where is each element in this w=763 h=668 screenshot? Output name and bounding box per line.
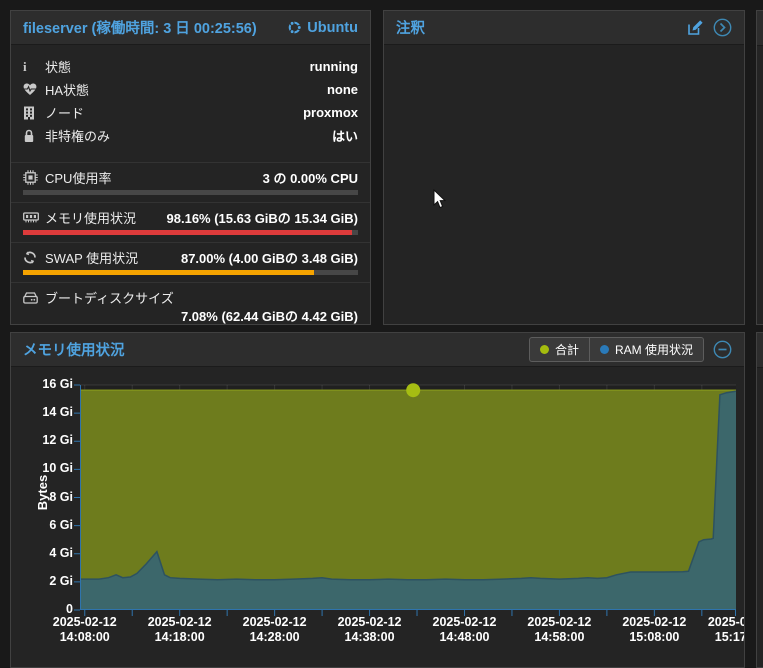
y-axis-tick-label: 6 Gi — [11, 518, 73, 532]
minus-circle-icon — [713, 340, 732, 359]
edit-pencil-icon — [687, 19, 704, 36]
usage-row-value: 98.16% (15.63 GiBの 15.34 GiB) — [167, 208, 358, 227]
ubuntu-logo-icon — [287, 20, 302, 35]
y-axis-tick-label: 4 Gi — [11, 546, 73, 560]
usage-row-value: 7.08% (62.44 GiBの 4.42 GiB) — [23, 307, 358, 325]
status-panel-header: fileserver (稼働時間: 3 日 00:25:56) Ubuntu — [11, 11, 370, 45]
status-row-label: HA状態 — [45, 80, 327, 99]
x-axis-tick-label: 2025-02-12 15:17:00 — [696, 615, 745, 645]
legend-toggle-ram[interactable]: RAM 使用状況 — [589, 337, 704, 362]
building-icon — [23, 106, 35, 120]
legend-dot — [540, 345, 549, 354]
usage-row-value: 3 の 0.00% CPU — [263, 168, 358, 187]
status-row: HA状態 none — [11, 78, 370, 101]
os-info-link[interactable]: Ubuntu — [287, 20, 358, 36]
notes-panel: 注釈 — [383, 10, 745, 325]
notes-panel-body — [384, 45, 744, 325]
hdd-icon — [23, 292, 38, 304]
x-axis-tick-label: 2025-02-12 15:08:00 — [610, 615, 698, 645]
chart-body: Bytes 02 Gi4 Gi6 Gi8 Gi10 Gi12 Gi14 Gi16… — [11, 367, 744, 667]
usage-progress-fill — [23, 230, 352, 235]
y-axis-tick-label: 16 Gi — [11, 377, 73, 391]
y-axis-tick-label: 0 — [11, 602, 73, 616]
collapse-notes-button[interactable] — [713, 18, 732, 37]
status-row: ノード proxmox — [11, 101, 370, 124]
usage-row-label: メモリ使用状況 — [45, 208, 136, 227]
legend-toggle-total[interactable]: 合計 — [529, 337, 589, 362]
usage-row: ブートディスクサイズ 7.08% (62.44 GiBの 4.42 GiB) — [11, 283, 370, 325]
status-panel-title: fileserver (稼働時間: 3 日 00:25:56) — [23, 17, 257, 38]
x-axis-tick-label: 2025-02-12 14:28:00 — [231, 615, 319, 645]
usage-row-value: 87.00% (4.00 GiBの 3.48 GiB) — [181, 248, 358, 267]
status-row-value: none — [327, 82, 358, 97]
heartbeat-icon — [23, 83, 37, 96]
os-info-label: Ubuntu — [307, 20, 358, 36]
memory-usage-chart-panel: メモリ使用状況 合計 RAM 使用状況 Bytes 02 Gi4 Gi6 Gi8… — [10, 332, 745, 668]
x-axis-tick-label: 2025-02-12 14:48:00 — [420, 615, 508, 645]
clipped-panel-sliver-bottom — [756, 332, 763, 668]
info-icon: i — [23, 59, 45, 75]
usage-row: CPU使用率 3 の 0.00% CPU — [11, 162, 370, 203]
usage-progress-track — [23, 190, 358, 195]
status-row-label: 非特権のみ — [45, 126, 332, 145]
chevron-right-circle-icon — [713, 18, 732, 37]
collapse-chart-button[interactable] — [713, 340, 732, 359]
y-axis-tick-label: 10 Gi — [11, 461, 73, 475]
status-row: i 状態 running — [11, 55, 370, 78]
usage-progress-track — [23, 270, 358, 275]
lock-icon — [23, 129, 35, 143]
y-axis-tick-label: 8 Gi — [11, 490, 73, 504]
usage-progress-fill — [23, 270, 314, 275]
y-axis-tick-label: 2 Gi — [11, 574, 73, 588]
chart-panel-header: メモリ使用状況 合計 RAM 使用状況 — [11, 333, 744, 367]
y-axis-tick-label: 12 Gi — [11, 433, 73, 447]
usage-row-label: SWAP 使用状況 — [45, 248, 138, 267]
status-row: 非特権のみ はい — [11, 124, 370, 147]
status-panel: fileserver (稼働時間: 3 日 00:25:56) Ubuntu i… — [10, 10, 371, 325]
usage-row-label: ブートディスクサイズ — [45, 288, 174, 307]
usage-row-label: CPU使用率 — [45, 168, 111, 187]
legend-label: 合計 — [555, 341, 579, 358]
legend-label: RAM 使用状況 — [615, 341, 693, 358]
notes-panel-title: 注釈 — [396, 17, 425, 38]
status-row-value: running — [310, 59, 358, 74]
legend-dot — [600, 345, 609, 354]
status-row-label: 状態 — [45, 57, 310, 76]
x-axis-tick-label: 2025-02-12 14:38:00 — [326, 615, 414, 645]
usage-progress-track — [23, 230, 358, 235]
usage-row: SWAP 使用状況 87.00% (4.00 GiBの 3.48 GiB) — [11, 243, 370, 283]
status-row-label: ノード — [45, 103, 303, 122]
status-row-value: はい — [332, 126, 358, 145]
y-axis-tick-label: 14 Gi — [11, 405, 73, 419]
chart-panel-title: メモリ使用状況 — [23, 339, 125, 360]
clipped-panel-sliver-top — [756, 10, 763, 325]
memory-icon — [23, 212, 39, 223]
x-axis-tick-label: 2025-02-12 14:58:00 — [515, 615, 603, 645]
x-axis-tick-label: 2025-02-12 14:08:00 — [41, 615, 129, 645]
notes-panel-header: 注釈 — [384, 11, 744, 45]
usage-row: メモリ使用状況 98.16% (15.63 GiBの 15.34 GiB) — [11, 203, 370, 243]
cpu-icon — [23, 170, 38, 185]
status-row-value: proxmox — [303, 105, 358, 120]
edit-notes-button[interactable] — [687, 19, 704, 36]
swap-refresh-icon — [23, 251, 37, 264]
x-axis-tick-label: 2025-02-12 14:18:00 — [136, 615, 224, 645]
chart-plot-area[interactable] — [80, 385, 736, 610]
